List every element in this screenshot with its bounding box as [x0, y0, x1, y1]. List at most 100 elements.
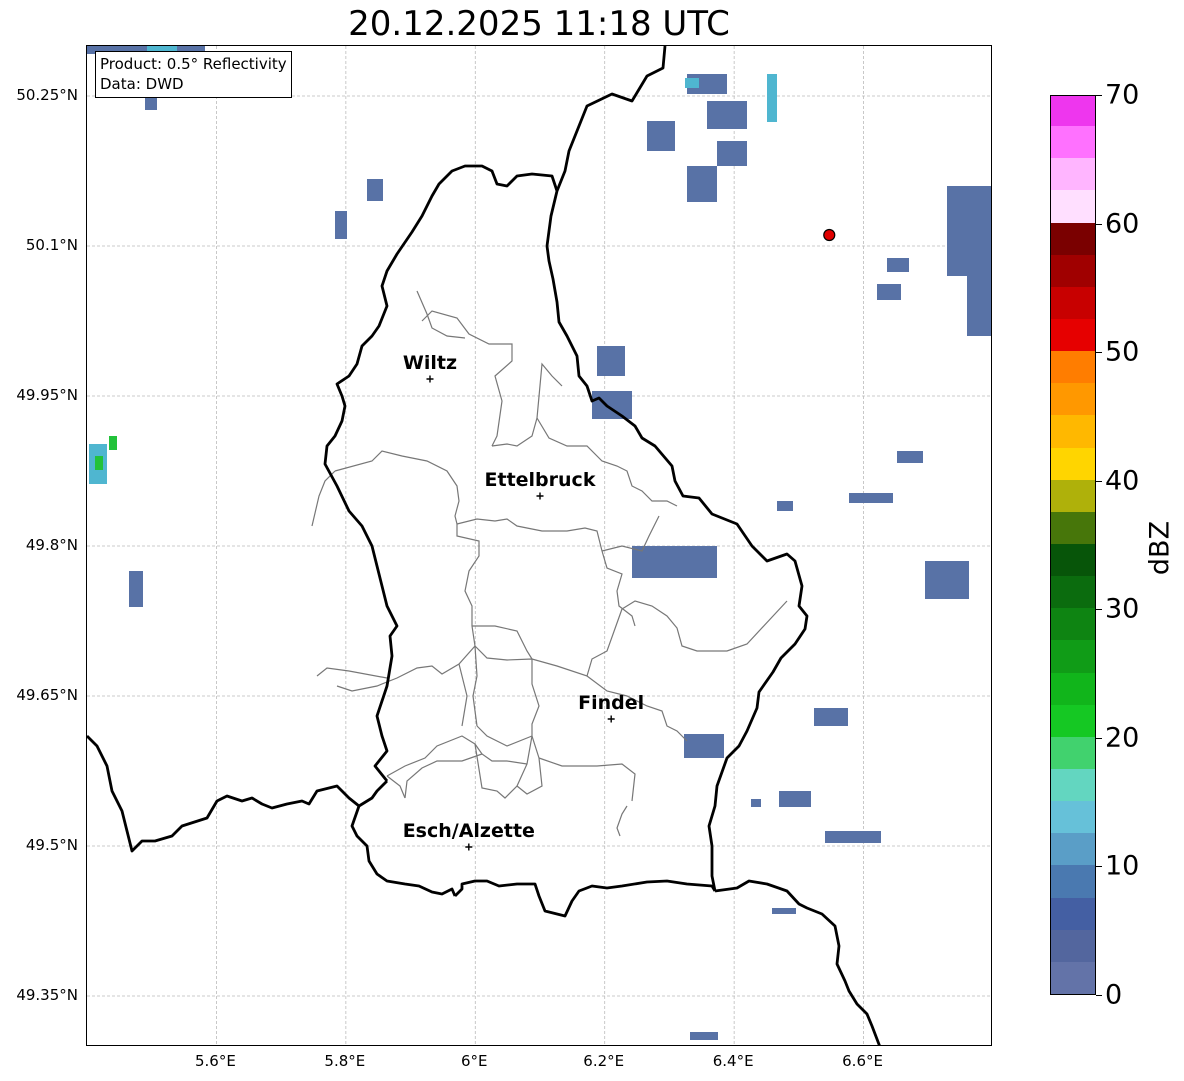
lon-tick-label: 6.6°E — [842, 1052, 883, 1070]
city-label: Ettelbruck — [485, 469, 596, 491]
colorbar-segment — [1051, 704, 1095, 737]
colorbar-tick-mark — [1096, 737, 1102, 739]
colorbar-segment — [1051, 929, 1095, 962]
colorbar-tick-label: 50 — [1105, 336, 1140, 368]
city-marker-icon — [536, 492, 544, 500]
colorbar-segment — [1051, 382, 1095, 416]
lon-tick-label: 6.2°E — [583, 1052, 625, 1070]
colorbar-segment — [1051, 221, 1095, 255]
colorbar-tick-label: 30 — [1105, 593, 1140, 625]
lat-tick-label: 49.5°N — [25, 836, 78, 854]
colorbar — [1050, 95, 1096, 995]
colorbar-segment — [1051, 896, 1095, 930]
colorbar-segment — [1051, 157, 1095, 191]
colorbar-tick-label: 40 — [1105, 465, 1140, 497]
colorbar-segment — [1051, 189, 1095, 223]
colorbar-segment — [1051, 350, 1095, 384]
lat-tick-label: 50.25°N — [16, 86, 78, 104]
colorbar-tick-label: 10 — [1105, 850, 1140, 882]
colorbar-segment — [1051, 768, 1095, 802]
colorbar-tick-mark — [1096, 995, 1102, 996]
echo-blob — [109, 436, 117, 450]
echo-blob — [335, 211, 347, 239]
colorbar-tick-mark — [1096, 95, 1102, 96]
colorbar-tick-label: 20 — [1105, 722, 1140, 754]
echo-blob — [597, 346, 625, 376]
echo-blob — [897, 451, 923, 463]
colorbar-segment — [1051, 832, 1095, 866]
echo-blob — [967, 276, 991, 336]
echo-blob — [707, 101, 747, 129]
colorbar-segment — [1051, 543, 1095, 577]
lat-tick-label: 50.1°N — [25, 236, 78, 254]
echo-blob — [772, 908, 796, 914]
echo-blob — [717, 141, 747, 166]
colorbar-segment — [1051, 961, 1095, 994]
echo-blob — [925, 561, 969, 599]
colorbar-tick-mark — [1096, 480, 1102, 482]
lon-tick-label: 6°E — [461, 1052, 488, 1070]
echo-blob — [95, 456, 103, 470]
echo-blob — [947, 186, 991, 276]
lon-tick-label: 5.6°E — [195, 1052, 236, 1070]
lon-tick-label: 6.4°E — [712, 1052, 754, 1070]
colorbar-tick-label: 0 — [1105, 979, 1123, 1011]
echo-blob — [685, 78, 699, 88]
city-label: Esch/Alzette — [403, 820, 535, 842]
colorbar-segment — [1051, 125, 1095, 159]
echo-blob — [877, 284, 901, 300]
lon-tick-label: 5.8°E — [324, 1052, 366, 1070]
echo-blob — [690, 1032, 718, 1040]
city-marker-icon — [607, 715, 615, 723]
city-marker-icon — [426, 375, 434, 383]
lat-tick-label: 49.95°N — [16, 386, 78, 404]
colorbar-segment — [1051, 607, 1095, 641]
city-marker-icon — [465, 843, 473, 851]
radar-map[interactable]: Wiltz Ettelbruck Findel Esch/Alzette — [86, 45, 992, 1046]
lat-tick-label: 49.8°N — [25, 536, 78, 554]
colorbar-segment — [1051, 96, 1095, 127]
radar-station-marker — [823, 228, 836, 242]
colorbar-segment — [1051, 254, 1095, 287]
echo-blob — [687, 166, 717, 202]
colorbar-segment — [1051, 479, 1095, 512]
echo-blob — [777, 501, 793, 511]
echo-blob — [779, 791, 811, 807]
colorbar-segment — [1051, 736, 1095, 769]
colorbar-tick-mark — [1096, 609, 1102, 611]
colorbar-tick-mark — [1096, 352, 1102, 354]
city-label: Wiltz — [403, 352, 457, 374]
colorbar-tick-label: 60 — [1105, 208, 1140, 240]
lat-tick-label: 49.35°N — [16, 986, 78, 1004]
echo-blob — [814, 708, 848, 726]
echo-blob — [767, 74, 777, 122]
data-source-label: Data: DWD — [100, 75, 184, 93]
colorbar-tick-mark — [1096, 866, 1102, 868]
echo-blob — [129, 571, 143, 607]
city-label: Findel — [578, 692, 644, 714]
echo-blob — [632, 546, 717, 578]
echo-blob — [367, 179, 383, 201]
colorbar-tick-mark — [1096, 223, 1102, 225]
colorbar-segment — [1051, 286, 1095, 319]
colorbar-segment — [1051, 414, 1095, 448]
city-markers: Wiltz Ettelbruck Findel Esch/Alzette — [403, 352, 644, 851]
colorbar-segment — [1051, 639, 1095, 673]
colorbar-title: dBZ — [1144, 520, 1176, 576]
colorbar-tick-label: 70 — [1105, 79, 1140, 111]
echo-blob — [684, 734, 724, 758]
echo-blob — [825, 831, 881, 843]
echo-blob — [849, 493, 893, 503]
colorbar-segment — [1051, 511, 1095, 544]
echo-blob — [751, 799, 761, 807]
colorbar-segment — [1051, 446, 1095, 480]
colorbar-segment — [1051, 575, 1095, 609]
colorbar-segment — [1051, 671, 1095, 705]
echo-blob — [887, 258, 909, 272]
map-canvas: Wiltz Ettelbruck Findel Esch/Alzette — [87, 46, 991, 1045]
radar-echoes — [87, 46, 991, 1040]
colorbar-segment — [1051, 864, 1095, 898]
product-label: Product: 0.5° Reflectivity — [100, 55, 287, 73]
echo-blob — [592, 391, 632, 419]
lat-tick-label: 49.65°N — [16, 686, 78, 704]
